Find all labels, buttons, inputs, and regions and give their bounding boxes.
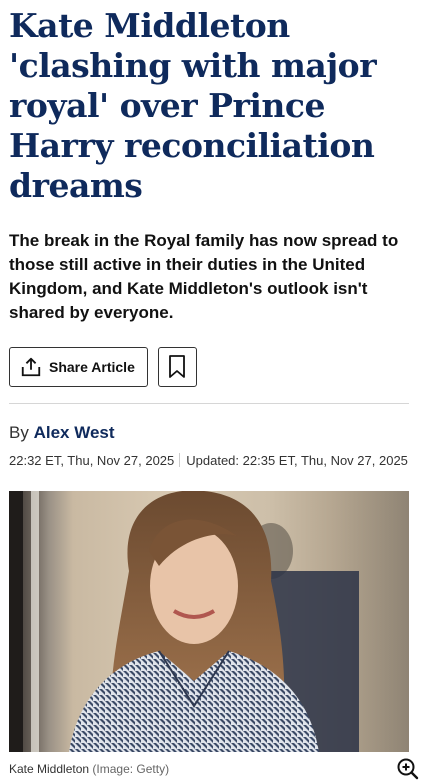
share-article-label: Share Article — [49, 359, 135, 375]
hero-photo — [9, 491, 359, 752]
headline: Kate Middleton 'clashing with major roya… — [9, 6, 377, 205]
bookmark-button[interactable] — [157, 347, 197, 387]
published-date: 22:32 ET, Thu, Nov 27, 2025 — [9, 453, 175, 468]
caption-text: Kate Middleton — [9, 762, 90, 776]
hero-image[interactable] — [9, 491, 409, 752]
article-actions: Share Article — [9, 347, 409, 387]
article-header: Kate Middleton 'clashing with major roya… — [0, 6, 424, 780]
share-article-button[interactable]: Share Article — [9, 347, 148, 387]
bookmark-icon — [169, 355, 186, 378]
author-link[interactable]: Alex West — [34, 423, 115, 442]
image-caption-row: Kate Middleton (Image: Getty) — [9, 758, 419, 780]
image-caption: Kate Middleton (Image: Getty) — [9, 762, 169, 776]
byline-prefix: By — [9, 423, 29, 442]
share-icon — [21, 357, 41, 377]
article-dates: 22:32 ET, Thu, Nov 27, 2025 Updated: 22:3… — [9, 452, 409, 470]
date-separator — [179, 453, 181, 467]
header-divider — [9, 403, 409, 404]
updated-date: Updated: 22:35 ET, Thu, Nov 27, 2025 — [186, 453, 408, 468]
zoom-in-icon[interactable] — [397, 758, 419, 780]
byline: By Alex West — [9, 423, 409, 443]
standfirst: The break in the Royal family has now sp… — [9, 231, 399, 322]
caption-credit: (Image: Getty) — [92, 762, 170, 776]
